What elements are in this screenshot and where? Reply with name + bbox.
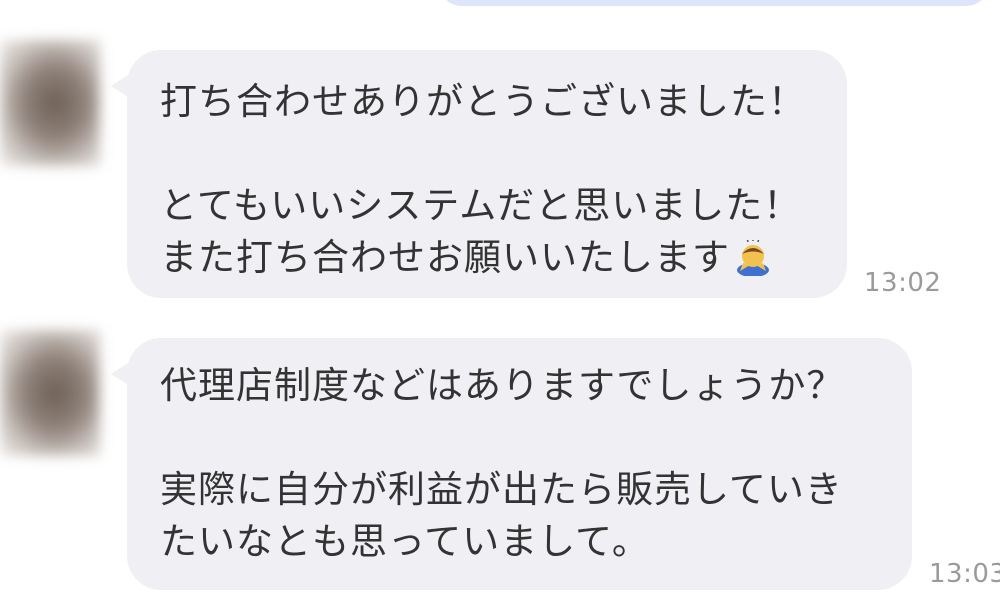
message-timestamp: 13:03 — [929, 559, 1000, 589]
bowing-person-emoji-icon — [734, 237, 772, 290]
message-line: 代理店制度などはありますでしょうか？ — [160, 364, 845, 407]
incoming-message-bubble[interactable]: 代理店制度などはありますでしょうか？ 実際に自分が利益が出たら販売していき たい… — [111, 338, 912, 590]
avatar[interactable] — [0, 330, 100, 456]
incoming-message-bubble[interactable]: 打ち合わせありがとうございました！ とてもいいシステムだと思いました！ また打ち… — [111, 50, 847, 298]
avatar[interactable] — [0, 40, 100, 166]
message-line-text: また打ち合わせお願いいたします — [160, 236, 730, 279]
message-timestamp: 13:02 — [864, 268, 942, 298]
previous-outgoing-message-bubble[interactable] — [438, 0, 990, 6]
message-line: とてもいいシステムだと思いました！ — [160, 184, 802, 227]
message-line: 打ち合わせありがとうございました！ — [160, 80, 806, 123]
message-line: たいなとも思っていまして。 — [160, 520, 650, 563]
message-line: また打ち合わせお願いいたします — [160, 232, 817, 284]
message-line: 実際に自分が利益が出たら販売していき — [160, 468, 843, 511]
